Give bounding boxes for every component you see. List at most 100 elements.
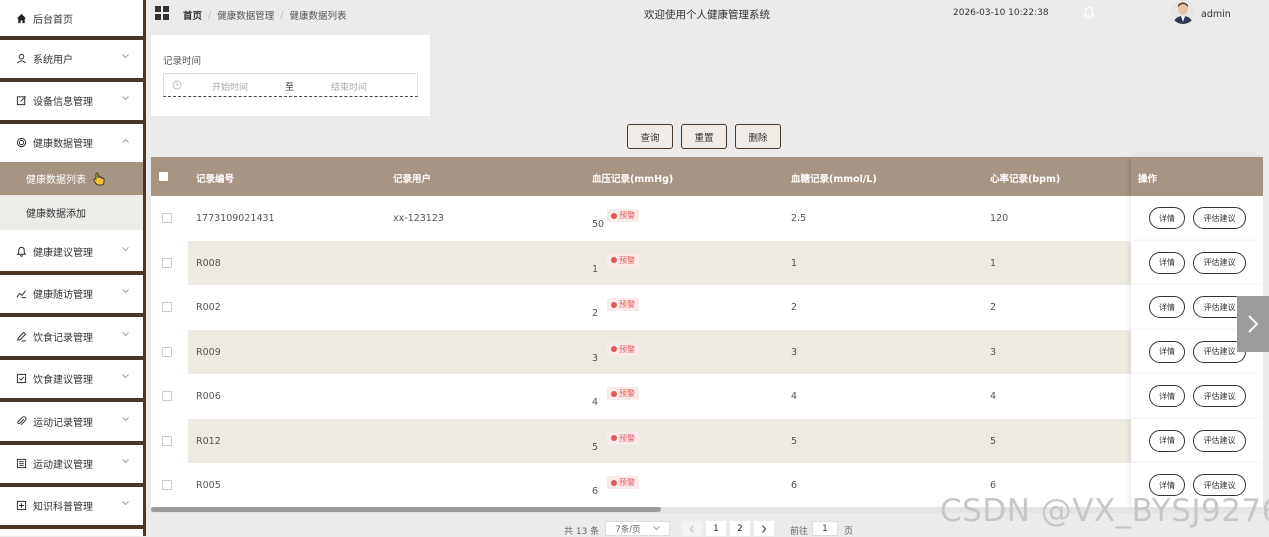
heart-icon [15,136,27,148]
sidebar-item-1[interactable]: 系统用户 [0,40,143,76]
end-date-input[interactable]: 结束时间 [331,80,367,93]
chevron-down-icon [122,247,129,252]
table-row[interactable]: 1773109021431 xx-123123 50 预警 2.5 120 详情 评估建议 [151,196,1263,241]
sidebar-item-label: 饮食建议管理 [33,374,93,386]
sidebar: 后台首页 系统用户设备信息管理 健康数据管理 健康建议管理健康随访管理饮食记录管理饮… [0,0,146,536]
sidebar-item-4[interactable]: 健康建议管理 [0,233,143,269]
goto-label: 前往 [790,527,809,537]
assess-advice-button[interactable]: 评估建议 [1193,207,1246,229]
record-id-cell: R008 [196,257,221,269]
blood-glucose-cell: 5 [791,435,798,447]
sidebar-item-2[interactable]: 设备信息管理 [0,82,143,118]
warning-label: 预警 [619,211,635,220]
sidebar-item-5[interactable]: 健康随访管理 [0,275,143,311]
list-doc-icon [15,457,27,469]
sidebar-item-label: 系统用户 [33,54,73,66]
chevron-down-icon [122,459,129,464]
row-checkbox[interactable] [162,302,172,312]
next-page-button[interactable] [754,521,774,536]
record-time-label: 记录时间 [163,56,202,67]
detail-button[interactable]: 详情 [1149,385,1185,407]
heart-rate-cell: 4 [990,391,997,402]
warning-dot-icon [611,257,617,263]
bell-icon [15,245,27,257]
row-checkbox[interactable] [162,346,172,357]
goto-page-input[interactable]: 1 [812,521,838,536]
row-checkbox[interactable] [162,213,172,223]
date-range-picker[interactable]: 开始时间 至 结束时间 [163,73,418,97]
record-id-cell: 1773109021431 [196,213,275,224]
welcome-text: 欢迎使用个人健康管理系统 [644,9,770,21]
chevron-down-icon [122,374,129,379]
chevron-left-icon [689,524,694,533]
breadcrumb-item[interactable]: 健康数据管理 [217,8,274,22]
avatar[interactable] [1171,0,1195,24]
table-row[interactable]: R009 3 预警 3 3 详情 评估建议 [151,329,1263,374]
record-id-cell: R002 [196,302,221,313]
select-all-checkbox[interactable] [159,172,168,181]
row-checkbox[interactable] [162,480,172,490]
page-size-select[interactable]: 7条/页 [605,521,670,536]
sidebar-item-6[interactable]: 饮食记录管理 [0,318,143,354]
sidebar-item-9[interactable]: 运动建议管理 [0,445,143,481]
blood-pressure-cell: 6 [592,486,599,497]
warning-dot-icon [611,212,617,219]
breadcrumb-separator: / [208,9,212,21]
chevron-down-icon [652,526,660,531]
detail-button[interactable]: 详情 [1149,340,1185,363]
notification-bell-icon[interactable] [1082,6,1096,20]
table-row[interactable]: R012 5 预警 5 5 详情 评估建议 [151,418,1263,463]
submenu-item-health-data-list[interactable]: 健康数据列表 [0,162,143,195]
warning-dot-icon [611,390,617,397]
detail-button[interactable]: 详情 [1149,296,1185,318]
table-row[interactable]: R002 2 预警 2 2 详情 评估建议 [151,285,1263,330]
prev-page-button[interactable] [682,521,702,536]
hand-cursor-icon [92,172,106,186]
scrollbar-thumb[interactable] [151,507,661,512]
sidebar-item-8[interactable]: 运动记录管理 [0,403,143,439]
detail-button[interactable]: 详情 [1149,207,1185,229]
column-header: 记录编号 [196,174,235,185]
row-checkbox[interactable] [162,391,172,401]
heart-rate-cell: 120 [990,213,1009,224]
row-checkbox[interactable] [162,257,172,268]
sidebar-item-label: 健康随访管理 [33,289,93,301]
next-arrow-button[interactable] [1237,296,1269,352]
blood-glucose-cell: 3 [791,346,798,358]
start-date-input[interactable]: 开始时间 [212,80,248,93]
record-id-cell: R009 [196,346,221,358]
sidebar-item-7[interactable]: 饮食建议管理 [0,360,143,396]
table-row[interactable]: R008 1 预警 1 1 详情 评估建议 [151,240,1263,285]
detail-button[interactable]: 详情 [1149,251,1185,274]
clock-icon [172,80,182,90]
page-number-2[interactable]: 2 [730,521,750,536]
delete-button[interactable]: 删除 [735,124,781,149]
warning-label: 预警 [619,478,635,487]
sidebar-item-label: 运动建议管理 [33,459,93,471]
row-checkbox[interactable] [162,435,172,446]
assess-advice-button[interactable]: 评估建议 [1193,429,1246,452]
sidebar-item-3[interactable]: 健康数据管理 [0,124,143,160]
detail-button[interactable]: 详情 [1149,429,1185,452]
chevron-right-icon [1248,315,1259,333]
assess-advice-button[interactable]: 评估建议 [1193,385,1246,407]
heart-rate-cell: 1 [990,257,997,269]
blood-pressure-cell: 50 [592,219,605,230]
heart-rate-cell: 6 [990,480,997,491]
table-row[interactable]: R006 4 预警 4 4 详情 评估建议 [151,374,1263,419]
chevron-down-icon [122,289,129,294]
range-separator: 至 [285,83,295,93]
reset-button[interactable]: 重置 [681,124,727,149]
menu-toggle-icon[interactable] [155,6,170,21]
query-button[interactable]: 查询 [627,124,673,149]
sidebar-item-10[interactable]: 知识科普管理 [0,487,143,523]
sidebar-divider [0,313,143,317]
sidebar-item-home[interactable]: 后台首页 [0,3,143,33]
assess-advice-button[interactable]: 评估建议 [1193,251,1246,274]
breadcrumb-home[interactable]: 首页 [183,8,202,22]
warning-label: 预警 [619,255,635,265]
edit-icon [15,94,27,106]
username[interactable]: admin [1201,9,1231,20]
submenu-item-health-data-add[interactable]: 健康数据添加 [0,195,143,230]
page-number-1[interactable]: 1 [706,521,726,536]
